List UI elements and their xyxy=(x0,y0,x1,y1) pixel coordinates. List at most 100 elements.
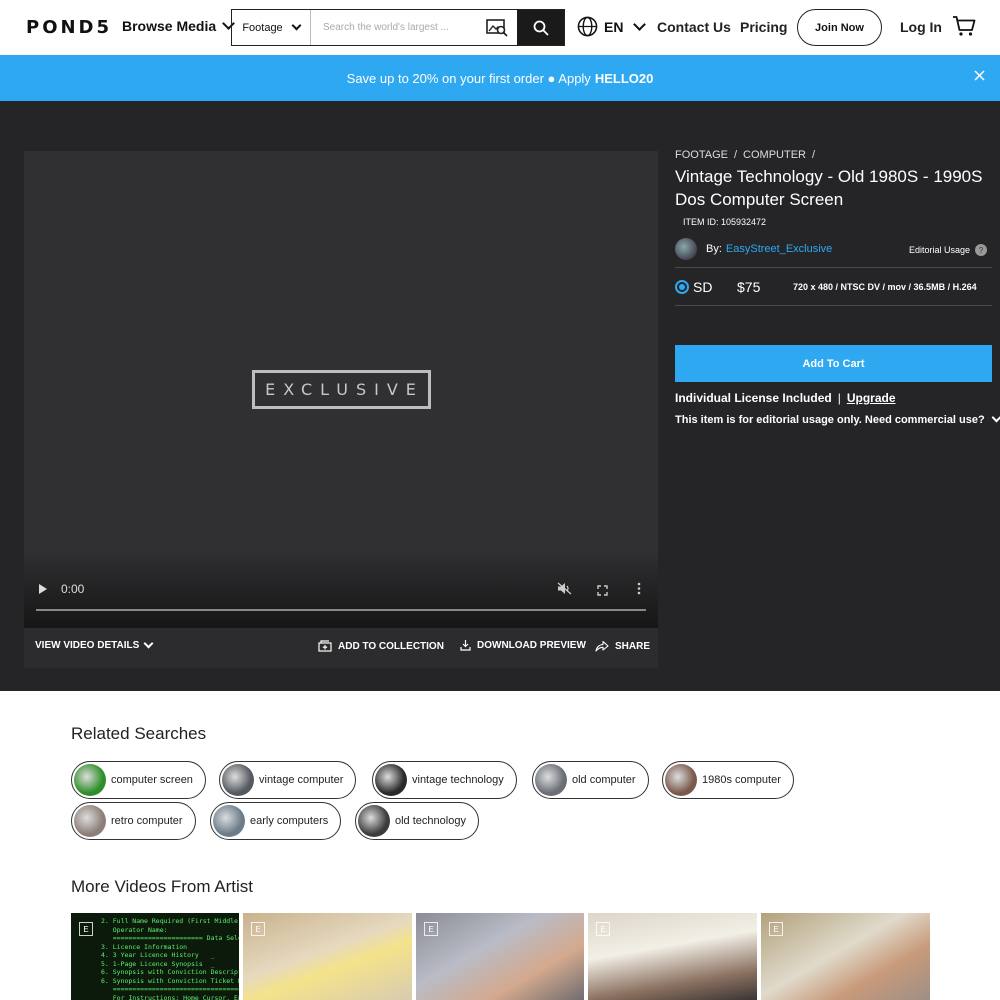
page-title: Vintage Technology - Old 1980S - 1990S D… xyxy=(675,167,983,209)
top-navbar: POND5 Browse Media Footage Search the wo… xyxy=(0,0,1000,55)
chip-label: early computers xyxy=(250,815,329,827)
video-progress-bar[interactable] xyxy=(36,609,646,611)
related-chip[interactable]: old computer xyxy=(532,761,649,799)
chip-label: old computer xyxy=(572,774,636,786)
video-thumbnail[interactable]: E xyxy=(243,913,412,1000)
add-collection-icon xyxy=(318,640,332,652)
video-thumbnail[interactable]: E xyxy=(588,913,757,1000)
search-bar: Footage xyxy=(231,9,565,46)
language-selector[interactable]: EN xyxy=(577,16,647,37)
exclusive-badge-icon: E xyxy=(596,922,610,936)
download-preview-label: DOWNLOAD PREVIEW xyxy=(477,639,586,651)
related-chip[interactable]: early computers xyxy=(210,802,342,840)
vertical-dots-icon xyxy=(637,582,641,595)
play-icon[interactable] xyxy=(39,584,47,594)
video-player[interactable]: EXCLUSIVE 0:00 xyxy=(24,151,658,628)
cart-button[interactable] xyxy=(952,15,976,42)
commercial-use-toggle[interactable]: This item is for editorial usage only. N… xyxy=(675,412,1000,426)
chip-label: computer screen xyxy=(111,774,193,786)
related-chip[interactable]: vintage technology xyxy=(372,761,517,799)
license-label: Individual License Included xyxy=(675,391,832,405)
pricing-link[interactable]: Pricing xyxy=(740,19,787,35)
promo-code: HELLO20 xyxy=(594,70,654,86)
breadcrumb-footage[interactable]: FOOTAGE xyxy=(675,149,728,161)
chip-thumbnail xyxy=(375,764,407,796)
pond5-logo[interactable]: POND5 xyxy=(26,17,112,38)
editorial-usage-label: Editorial Usage xyxy=(909,245,971,255)
exclusive-badge-icon: E xyxy=(79,922,93,936)
download-preview-button[interactable]: DOWNLOAD PREVIEW xyxy=(460,639,586,651)
share-icon xyxy=(595,640,609,652)
artist-avatar[interactable] xyxy=(675,238,697,260)
share-label: SHARE xyxy=(615,640,651,652)
search-type-dropdown[interactable]: Footage xyxy=(232,10,311,45)
video-thumbnail[interactable]: E xyxy=(416,913,584,1000)
chip-label: 1980s computer xyxy=(702,774,781,786)
search-type-label: Footage xyxy=(242,21,283,34)
help-icon[interactable]: ? xyxy=(975,244,988,256)
commercial-use-label: This item is for editorial usage only. N… xyxy=(675,414,985,426)
search-input[interactable] xyxy=(311,10,477,45)
search-button[interactable] xyxy=(517,10,564,45)
chip-thumbnail xyxy=(213,805,245,837)
fullscreen-icon xyxy=(597,585,608,596)
chevron-down-icon xyxy=(633,17,647,31)
more-videos-title: More Videos From Artist xyxy=(71,877,254,896)
divider xyxy=(675,267,992,268)
related-chip[interactable]: vintage computer xyxy=(219,761,357,799)
upgrade-link[interactable]: Upgrade xyxy=(847,391,896,405)
related-chip[interactable]: old technology xyxy=(355,802,479,840)
chip-label: old technology xyxy=(395,815,466,827)
related-chip[interactable]: retro computer xyxy=(71,802,196,840)
close-icon xyxy=(974,70,985,81)
chip-thumbnail xyxy=(358,805,390,837)
current-time: 0:00 xyxy=(61,582,85,596)
chevron-down-icon xyxy=(291,20,302,30)
chip-label: vintage technology xyxy=(412,774,504,786)
image-search-button[interactable] xyxy=(477,10,517,45)
browse-media-menu[interactable]: Browse Media xyxy=(122,17,236,34)
image-search-icon xyxy=(486,18,508,37)
globe-icon xyxy=(577,16,598,37)
license-separator: | xyxy=(837,391,841,405)
close-promo-button[interactable] xyxy=(974,69,985,84)
breadcrumb-computer[interactable]: COMPUTER xyxy=(743,149,806,161)
chevron-down-icon xyxy=(143,638,154,648)
price: $75 xyxy=(737,279,761,295)
exclusive-badge-icon: E xyxy=(769,922,783,936)
video-thumbnail[interactable]: 2. Full Name Required (First Middle Las … xyxy=(71,913,239,1000)
related-searches-title: Related Searches xyxy=(71,724,207,743)
add-to-cart-button[interactable]: Add To Cart xyxy=(675,345,992,382)
exclusive-badge-icon: E xyxy=(424,922,438,936)
divider xyxy=(675,305,992,306)
add-to-collection-button[interactable]: ADD TO COLLECTION xyxy=(318,640,444,652)
promo-banner: Save up to 20% on your first order ● App… xyxy=(0,55,1000,101)
fullscreen-button[interactable] xyxy=(597,583,608,601)
chip-thumbnail xyxy=(222,764,254,796)
join-now-button[interactable]: Join Now xyxy=(797,9,882,46)
chip-label: vintage computer xyxy=(259,774,344,786)
artist-link[interactable]: EasyStreet_Exclusive xyxy=(726,243,832,255)
artist-byline: By: EasyStreet_Exclusive xyxy=(706,243,832,255)
related-chip[interactable]: computer screen xyxy=(71,761,206,799)
language-label: EN xyxy=(604,18,624,35)
format-label: SD xyxy=(693,279,713,295)
browse-media-label: Browse Media xyxy=(122,18,217,34)
chip-thumbnail xyxy=(535,764,567,796)
search-icon xyxy=(533,20,549,36)
more-options-button[interactable] xyxy=(637,582,641,600)
view-video-details-toggle[interactable]: VIEW VIDEO DETAILS xyxy=(35,638,154,651)
sd-format-radio[interactable] xyxy=(675,280,689,294)
related-chip[interactable]: 1980s computer xyxy=(662,761,794,799)
view-video-details-label: VIEW VIDEO DETAILS xyxy=(35,640,140,651)
share-button[interactable]: SHARE xyxy=(595,640,650,652)
log-in-link[interactable]: Log In xyxy=(900,19,942,35)
contact-us-link[interactable]: Contact Us xyxy=(657,19,731,35)
by-label: By: xyxy=(706,243,722,255)
video-thumbnail[interactable]: E xyxy=(761,913,930,1000)
chip-thumbnail xyxy=(665,764,697,796)
mute-button[interactable] xyxy=(557,582,572,600)
editorial-usage: Editorial Usage ? xyxy=(909,244,988,256)
chip-thumbnail xyxy=(74,764,106,796)
video-actions-bar: VIEW VIDEO DETAILS ADD TO COLLECTION DOW… xyxy=(24,628,658,668)
